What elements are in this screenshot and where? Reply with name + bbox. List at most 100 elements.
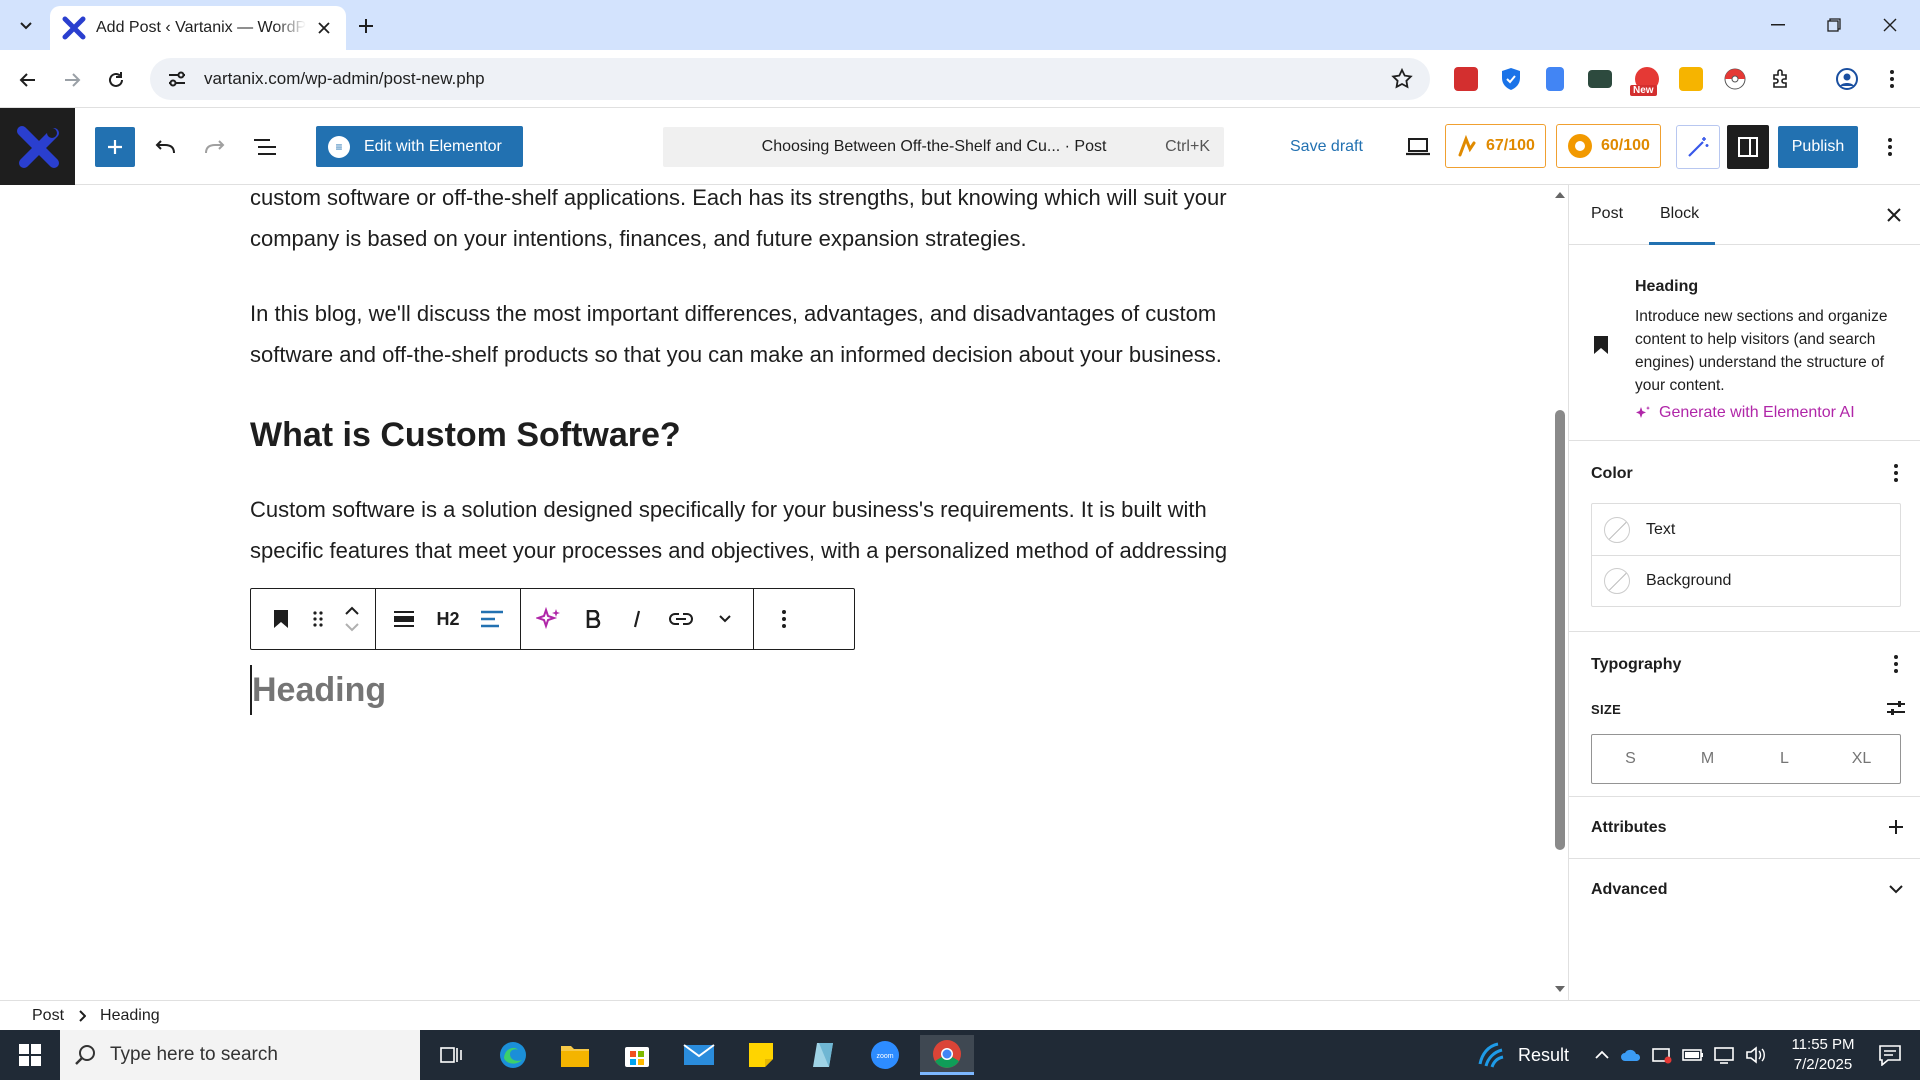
advanced-panel[interactable]: Advanced [1569, 859, 1920, 921]
new-badge-extension-icon[interactable]: New [1630, 64, 1664, 96]
battery-icon[interactable] [1682, 1048, 1704, 1062]
settings-panel-toggle[interactable] [1727, 125, 1769, 169]
heading-block[interactable]: What is Custom Software? [250, 415, 1250, 455]
drag-handle[interactable] [303, 597, 333, 641]
custom-size-toggle[interactable] [1884, 696, 1908, 720]
pokeball-extension-icon[interactable] [1720, 64, 1750, 94]
new-tab-button[interactable] [352, 12, 380, 40]
taskbar-clock[interactable]: 11:55 PM 7/2/2025 [1768, 1035, 1878, 1075]
volume-icon[interactable] [1746, 1046, 1766, 1064]
chrome-menu-icon[interactable] [1877, 64, 1907, 94]
docs-extension-icon[interactable] [1540, 64, 1570, 94]
forward-button[interactable] [56, 64, 88, 96]
site-settings-icon[interactable] [166, 68, 188, 90]
heading-level-button[interactable]: H2 [426, 597, 470, 641]
store-taskbar-icon[interactable] [610, 1035, 664, 1075]
block-type-button[interactable] [259, 597, 303, 641]
redo-button[interactable] [195, 127, 235, 167]
close-sidebar-button[interactable] [1882, 203, 1906, 227]
profile-avatar-icon[interactable] [1832, 64, 1862, 94]
size-option-s[interactable]: S [1592, 735, 1669, 783]
paragraph-block[interactable]: custom software or off-the-shelf applica… [250, 185, 1250, 259]
tab-post[interactable]: Post [1591, 205, 1623, 223]
link-button[interactable] [659, 597, 703, 641]
minimize-window-button[interactable] [1750, 0, 1806, 50]
block-options-button[interactable] [762, 597, 806, 641]
notifications-button[interactable] [1878, 1030, 1902, 1080]
shield-extension-icon[interactable] [1496, 64, 1526, 94]
background-color-option[interactable]: Background [1592, 555, 1900, 606]
ai-assistant-button[interactable] [1676, 125, 1720, 169]
options-menu-button[interactable] [1876, 127, 1904, 167]
more-formatting-button[interactable] [703, 597, 747, 641]
bold-button[interactable] [571, 597, 615, 641]
scrollbar-thumb[interactable] [1555, 410, 1565, 850]
start-button[interactable] [0, 1030, 60, 1080]
paragraph-block[interactable]: Custom software is a solution designed s… [250, 489, 1250, 571]
extensions-puzzle-icon[interactable] [1766, 64, 1796, 94]
url-text[interactable]: vartanix.com/wp-admin/post-new.php [204, 69, 1390, 89]
edge-taskbar-icon[interactable] [486, 1035, 540, 1075]
preview-button[interactable] [1398, 127, 1438, 167]
attributes-panel[interactable]: Attributes [1569, 797, 1920, 859]
typography-options-button[interactable] [1884, 652, 1908, 676]
align-button[interactable] [382, 597, 426, 641]
wallet-extension-icon[interactable] [1585, 64, 1615, 94]
scroll-up-arrow[interactable] [1552, 187, 1568, 203]
edit-with-elementor-button[interactable]: ≡ Edit with Elementor [316, 126, 523, 167]
mail-taskbar-icon[interactable] [672, 1035, 726, 1075]
close-tab-icon[interactable] [312, 16, 336, 40]
notepad-taskbar-icon[interactable] [796, 1035, 850, 1075]
tab-block[interactable]: Block [1660, 205, 1699, 223]
block-inserter-button[interactable] [95, 127, 135, 167]
close-window-button[interactable] [1862, 0, 1918, 50]
command-palette-bar[interactable]: Choosing Between Off-the-Shelf and Cu...… [663, 127, 1224, 167]
restore-window-button[interactable] [1806, 0, 1862, 50]
color-options-button[interactable] [1884, 461, 1908, 485]
generate-with-ai-link[interactable]: Generate with Elementor AI [1635, 404, 1855, 422]
ai-generate-button[interactable] [527, 597, 571, 641]
text-align-button[interactable] [470, 597, 514, 641]
tab-search-button[interactable] [12, 12, 40, 38]
breadcrumb-heading[interactable]: Heading [100, 1007, 160, 1025]
size-option-m[interactable]: M [1669, 735, 1746, 783]
bold-icon [586, 610, 601, 628]
size-option-xl[interactable]: XL [1823, 735, 1900, 783]
file-explorer-taskbar-icon[interactable] [548, 1035, 602, 1075]
italic-button[interactable] [615, 597, 659, 641]
save-draft-button[interactable]: Save draft [1290, 138, 1363, 156]
back-button[interactable] [12, 64, 44, 96]
acrobat-extension-icon[interactable] [1451, 64, 1481, 94]
network-icon[interactable] [1714, 1046, 1736, 1064]
scroll-down-arrow[interactable] [1552, 981, 1568, 997]
yellow-extension-icon[interactable] [1676, 64, 1706, 94]
paragraph-block[interactable]: In this blog, we'll discuss the most imp… [250, 293, 1250, 375]
readability-score-button[interactable]: 60/100 [1556, 124, 1661, 168]
chrome-taskbar-icon[interactable] [920, 1035, 974, 1075]
seo-score-button[interactable]: 67/100 [1445, 124, 1546, 168]
task-view-button[interactable] [424, 1035, 478, 1075]
publish-button[interactable]: Publish [1778, 126, 1858, 168]
bookmark-star-icon[interactable] [1390, 67, 1414, 91]
move-block-buttons[interactable] [333, 597, 371, 641]
attributes-add-button[interactable] [1884, 815, 1908, 839]
breadcrumb-post[interactable]: Post [32, 1007, 64, 1025]
weather-widget[interactable]: Result [1476, 1030, 1569, 1080]
size-option-l[interactable]: L [1746, 735, 1823, 783]
taskbar-search-box[interactable]: Type here to search [60, 1030, 420, 1080]
browser-tab-active[interactable]: Add Post ‹ Vartanix — WordPress [50, 6, 346, 50]
advanced-expand-button[interactable] [1884, 877, 1908, 901]
editor-canvas[interactable]: custom software or off-the-shelf applica… [0, 185, 1568, 1000]
meet-now-icon[interactable] [1652, 1046, 1672, 1064]
document-overview-button[interactable] [245, 127, 285, 167]
sticky-notes-taskbar-icon[interactable] [734, 1035, 788, 1075]
undo-button[interactable] [145, 127, 185, 167]
show-hidden-icons-icon[interactable] [1594, 1050, 1610, 1060]
text-color-option[interactable]: Text [1592, 504, 1900, 555]
site-logo-button[interactable] [0, 108, 75, 185]
omnibox[interactable]: vartanix.com/wp-admin/post-new.php [150, 58, 1430, 100]
reload-button[interactable] [100, 64, 132, 96]
new-heading-block[interactable]: Heading [250, 665, 386, 715]
zoom-taskbar-icon[interactable]: zoom [858, 1035, 912, 1075]
onedrive-icon[interactable] [1620, 1048, 1642, 1062]
